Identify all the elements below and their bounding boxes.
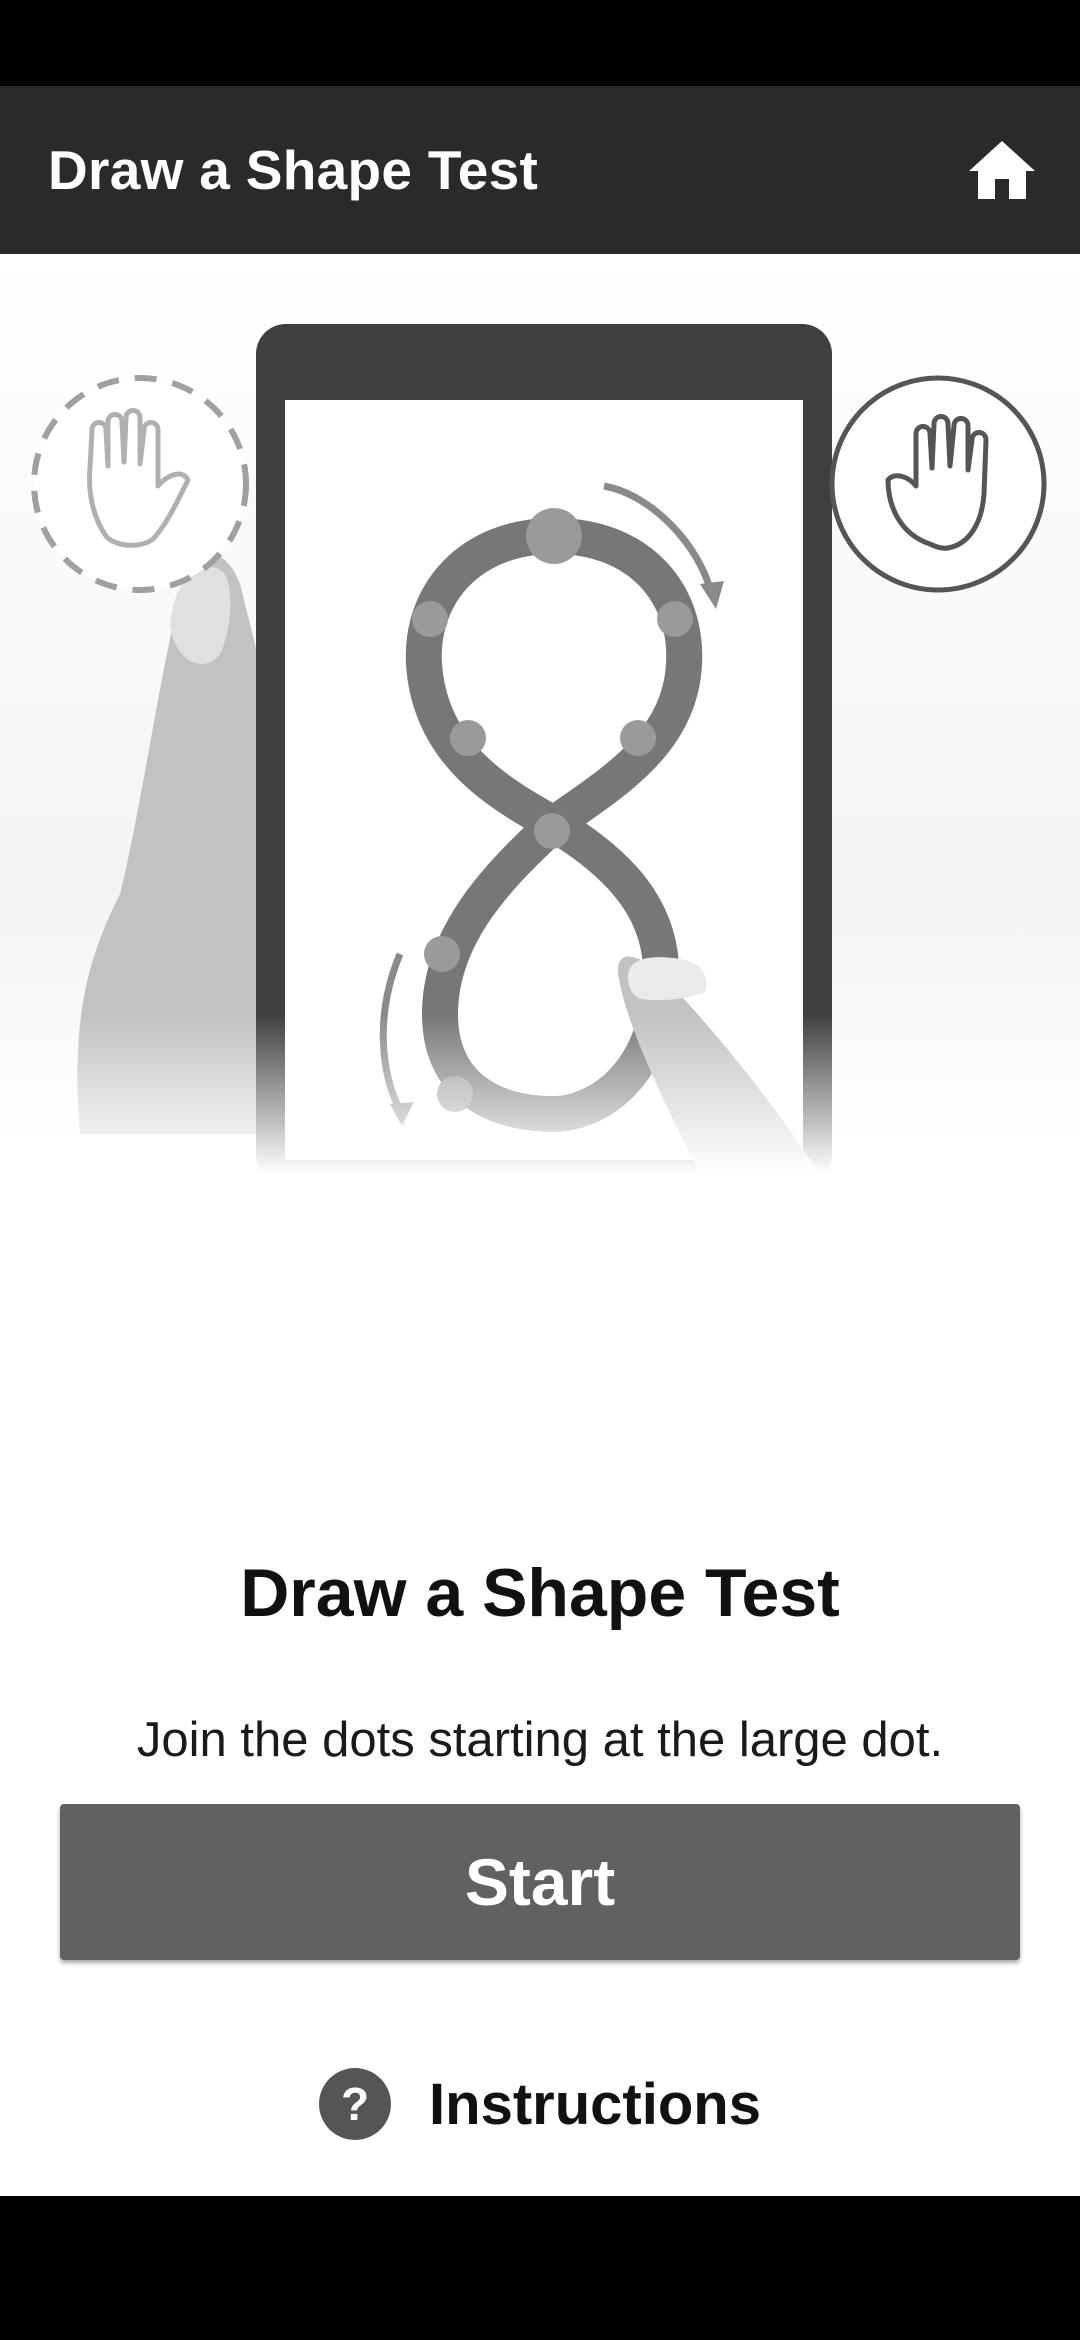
app-title: Draw a Shape Test (48, 139, 539, 201)
home-icon (969, 141, 1035, 199)
home-button[interactable] (962, 130, 1042, 210)
status-bar (0, 0, 1080, 86)
navigation-bar (0, 2196, 1080, 2340)
start-button[interactable]: Start (60, 1804, 1020, 1960)
help-icon: ? (319, 2068, 392, 2140)
instructions-link[interactable]: ? Instructions (0, 2064, 1080, 2144)
instructions-label: Instructions (429, 2071, 761, 2137)
hero-illustration (0, 254, 1080, 1174)
screen: Draw a Shape Test Draw a Shape Test Join… (0, 0, 1080, 2340)
main-title: Draw a Shape Test (240, 1555, 840, 1631)
subtitle: Join the dots starting at the large dot. (136, 1713, 944, 1767)
content: Draw a Shape Test Join the dots starting… (0, 254, 1080, 2196)
app-bar: Draw a Shape Test (0, 86, 1080, 254)
hand-icon-solid (829, 375, 1047, 593)
hand-icon-dashed (31, 375, 249, 593)
